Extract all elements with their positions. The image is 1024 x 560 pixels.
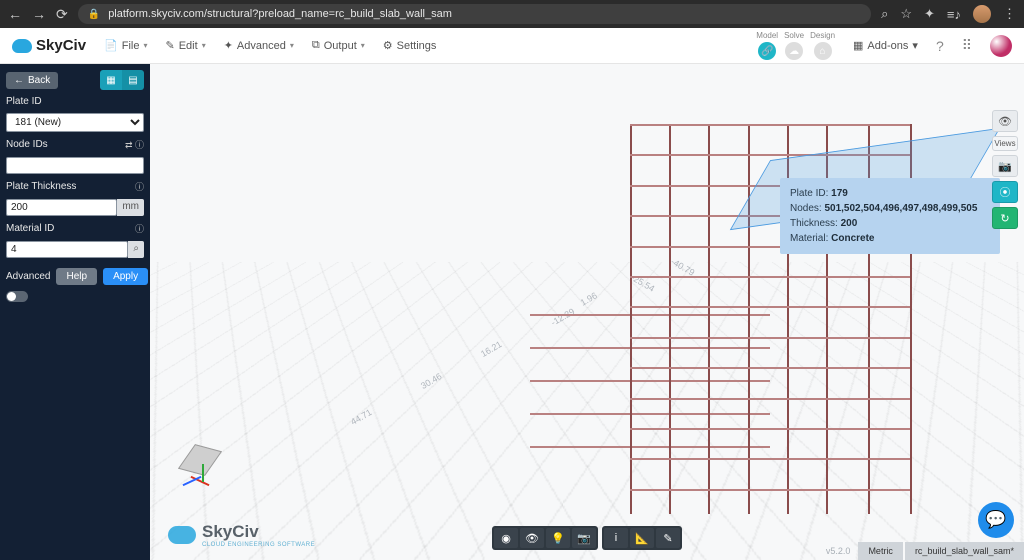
camera-icon[interactable]: 📷 [992,155,1018,177]
browser-menu-icon[interactable]: ⋮ [1003,6,1016,22]
solve-steps: Model🔗 Solve☁ Design⌂ [756,31,835,60]
app-header: SkyCiv 📄 File ▾ ✎ Edit ▾ ✦ Advanced ▾ ⧉ … [0,28,1024,64]
view-shaded-icon[interactable]: ◉ [494,528,518,548]
views-button[interactable]: Views [992,136,1018,151]
search-icon[interactable]: ⌕ [881,6,888,22]
advanced-toggle[interactable] [6,291,28,302]
right-tools: 👁 Views 📷 ⦿ ↻ [992,110,1018,229]
file-cell[interactable]: rc_build_slab_wall_sam* [905,542,1024,560]
playlist-icon[interactable]: ≡♪ [947,7,961,22]
material-input[interactable] [6,241,128,258]
back-button[interactable]: ← Back [6,72,58,89]
watermark-name: SkyCiv [202,522,315,542]
apps-grid-icon[interactable]: ⠿ [962,37,972,54]
help-icon[interactable]: ? [936,38,944,54]
url-text: platform.skyciv.com/structural?preload_n… [108,8,452,20]
watermark: SkyCiv CLOUD ENGINEERING SOFTWARE [168,522,315,548]
menu-settings[interactable]: ⚙ Settings [383,39,437,52]
menu-advanced[interactable]: ✦ Advanced ▾ [224,39,294,52]
record-icon[interactable]: ⦿ [992,181,1018,203]
menu-output[interactable]: ⧉ Output ▾ [312,39,365,52]
watermark-tagline: CLOUD ENGINEERING SOFTWARE [202,542,315,548]
units-cell[interactable]: Metric [858,542,903,560]
node-ids-label: Node IDs [6,139,48,150]
pencil-icon[interactable]: ✎ [656,528,680,548]
view-wire-icon[interactable]: 👁 [520,528,544,548]
screenshot-icon[interactable]: 📷 [572,528,596,548]
version-label: v5.2.0 [826,546,851,556]
step-design[interactable]: ⌂ [814,42,832,60]
advanced-label: Advanced [6,271,50,282]
viewport-3d[interactable]: 44.71 30.46 16.21 -12.29 1.96 -25.54 -40… [150,64,1024,560]
thickness-input[interactable] [6,199,117,216]
light-icon[interactable]: 💡 [546,528,570,548]
measure-icon[interactable]: 📐 [630,528,654,548]
eye-icon[interactable]: 👁 [992,110,1018,132]
plate-id-select[interactable]: 181 (New) [6,113,144,132]
plate-id-label: Plate ID [6,96,42,107]
material-label: Material ID [6,223,54,234]
star-icon[interactable]: ☆ [900,6,912,22]
table-view-toggle[interactable]: ▤ [122,70,144,90]
lock-icon: 🔒 [88,9,100,20]
bottom-toolbar: ◉ 👁 💡 📷 i 📐 ✎ [492,526,682,550]
cloud-icon [12,39,32,53]
app-logo[interactable]: SkyCiv [12,37,86,54]
browser-back-icon[interactable]: ← [8,6,22,22]
extensions-icon[interactable]: ✦ [924,6,935,22]
addons-menu[interactable]: ▦ Add-ons ▾ [853,39,918,52]
menu-edit[interactable]: ✎ Edit ▾ [166,39,206,52]
material-info-icon[interactable]: ⓘ [135,222,144,235]
node-ids-tools[interactable]: ⇄ ⓘ [125,138,144,151]
node-ids-input[interactable] [6,157,144,174]
cloud-icon [168,526,196,544]
sync-icon[interactable]: ↻ [992,207,1018,229]
material-search-icon[interactable]: ⌕ [128,241,144,258]
step-solve[interactable]: ☁ [785,42,803,60]
card-view-toggle[interactable]: ▦ [100,70,122,90]
plate-tooltip: Plate ID: 179 Nodes: 501,502,504,496,497… [780,178,1000,254]
chat-fab[interactable]: 💬 [978,502,1014,538]
sidebar: ← Back ▦ ▤ Plate ID 181 (New) Node IDs ⇄ … [0,64,150,560]
apply-button[interactable]: Apply [103,268,148,285]
menu-file[interactable]: 📄 File ▾ [104,39,147,52]
thickness-unit: mm [117,199,144,216]
url-bar[interactable]: 🔒 platform.skyciv.com/structural?preload… [78,4,871,24]
browser-reload-icon[interactable]: ⟳ [56,6,68,23]
browser-avatar[interactable] [973,5,991,23]
info-icon[interactable]: i [604,528,628,548]
user-avatar[interactable] [990,35,1012,57]
thickness-label: Plate Thickness [6,181,76,192]
brand-name: SkyCiv [36,37,86,54]
browser-forward-icon[interactable]: → [32,6,46,22]
orientation-gizmo[interactable] [172,440,232,500]
browser-chrome: ← → ⟳ 🔒 platform.skyciv.com/structural?p… [0,0,1024,28]
help-button[interactable]: Help [56,268,97,285]
status-bar: v5.2.0 Metric rc_build_slab_wall_sam* [826,542,1024,560]
thickness-info-icon[interactable]: ⓘ [135,180,144,193]
step-model[interactable]: 🔗 [758,42,776,60]
